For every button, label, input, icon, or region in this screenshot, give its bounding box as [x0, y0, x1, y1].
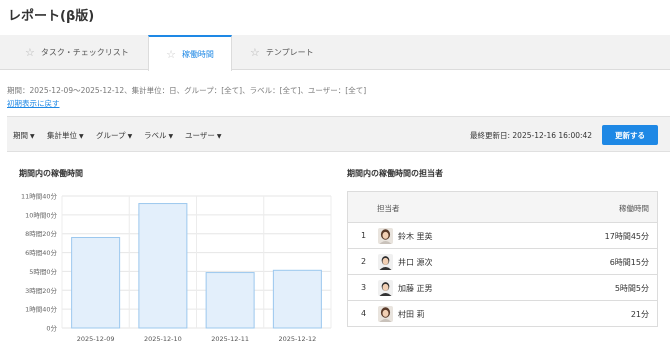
y-tick-label: 3時間20分 — [25, 286, 57, 295]
man-avatar — [378, 280, 393, 296]
caret-down-icon: ▼ — [30, 133, 35, 140]
assignee-table: 担当者 稼働時間 1 鈴木 里英 17時間45分 2 井口 源次 6時間15分 3 加藤 正男… — [347, 191, 658, 327]
bar — [138, 203, 188, 329]
woman-avatar — [378, 228, 393, 244]
chart-title: 期間内の稼働時間 — [19, 169, 83, 178]
tab-label: テンプレート — [265, 48, 314, 57]
y-tick-label: 11時間40分 — [21, 192, 58, 201]
star-icon: ☆ — [250, 46, 260, 59]
rank-number: 1 — [361, 231, 367, 240]
rank-number: 2 — [361, 257, 367, 266]
y-tick-label: 1時間40分 — [25, 305, 57, 314]
bar — [272, 269, 322, 329]
x-tick-label: 2025-12-09 — [77, 335, 115, 343]
group-dropdown[interactable]: グループ ▼ — [96, 130, 132, 141]
period-dropdown[interactable]: 期間 ▼ — [13, 130, 35, 141]
tab-working-hours[interactable]: ☆ 稼働時間 — [148, 35, 232, 71]
x-tick-label: 2025-12-11 — [211, 335, 249, 343]
bar — [71, 236, 121, 329]
working-hours-chart: 0分 1時間40分 3時間20分 5時間0分 6時間40分 8時間20分 10時間0分 11時… — [21, 192, 332, 343]
assignee-name: 加藤 正男 — [398, 284, 433, 293]
assignee-hours: 6時間15分 — [609, 258, 649, 267]
bar — [205, 272, 255, 329]
rank-number: 3 — [361, 283, 367, 292]
man-avatar — [378, 254, 393, 270]
table-row[interactable]: 1 鈴木 里英 17時間45分 — [348, 223, 657, 249]
tab-template[interactable]: ☆ テンプレート — [250, 35, 314, 70]
assignee-name: 村田 莉 — [398, 310, 425, 319]
dropdown-label: ユーザー — [185, 131, 215, 140]
column-header-hours: 稼働時間 — [619, 204, 649, 213]
y-tick-label: 10時間0分 — [25, 210, 57, 219]
dropdown-label: ラベル — [144, 131, 167, 140]
x-tick-label: 2025-12-10 — [144, 335, 182, 343]
caret-down-icon: ▼ — [216, 133, 222, 140]
dropdown-label: 期間 — [13, 131, 28, 140]
last-updated: 最終更新日: 2025-12-16 16:00:42 — [470, 131, 593, 140]
reset-link[interactable]: 初期表示に戻す — [7, 98, 60, 109]
assignee-hours: 21分 — [630, 310, 649, 319]
star-icon: ☆ — [166, 47, 176, 61]
assignee-name: 井口 源次 — [398, 258, 433, 267]
table-row[interactable]: 2 井口 源次 6時間15分 — [348, 249, 657, 275]
rank-number: 4 — [361, 309, 367, 318]
table-header: 担当者 稼働時間 — [348, 192, 657, 223]
table-row[interactable]: 4 村田 莉 21分 — [348, 301, 657, 327]
label-dropdown[interactable]: ラベル ▼ — [144, 130, 173, 141]
tab-label: タスク・チェックリスト — [40, 48, 129, 57]
tab-task-checklist[interactable]: ☆ タスク・チェックリスト — [25, 35, 129, 70]
table-row[interactable]: 3 加藤 正男 5時間5分 — [348, 275, 657, 301]
y-tick-label: 6時間40分 — [25, 248, 57, 257]
update-button[interactable]: 更新する — [602, 125, 658, 145]
dropdown-label: 集計単位 — [47, 131, 77, 140]
star-icon: ☆ — [25, 46, 35, 59]
caret-down-icon: ▼ — [168, 133, 174, 140]
woman-avatar — [378, 306, 393, 322]
y-tick-label: 0分 — [46, 324, 57, 333]
filter-summary: 期間：2025-12-09〜2025-12-12、集計単位：日、グループ：[全て… — [7, 86, 367, 95]
caret-down-icon: ▼ — [79, 133, 84, 140]
page-title: レポート(β版) — [8, 9, 95, 24]
caret-down-icon: ▼ — [127, 133, 133, 140]
assignee-name: 鈴木 里英 — [398, 232, 433, 241]
filter-toolbar: 期間 ▼ 集計単位 ▼ グループ ▼ ラベル ▼ ユーザー ▼ 最終更新日: 2025-1… — [7, 116, 670, 152]
column-header-assignee: 担当者 — [377, 204, 400, 213]
tab-bar: ☆ タスク・チェックリスト ☆ 稼働時間 ☆ テンプレート — [0, 35, 670, 71]
unit-dropdown[interactable]: 集計単位 ▼ — [47, 130, 84, 141]
dropdown-label: グループ — [96, 131, 126, 140]
x-tick-label: 2025-12-12 — [278, 335, 316, 343]
y-tick-label: 8時間20分 — [25, 229, 57, 238]
assignee-hours: 5時間5分 — [614, 284, 649, 293]
assignee-hours: 17時間45分 — [604, 232, 649, 241]
assignee-section-title: 期間内の稼働時間の担当者 — [347, 169, 443, 178]
y-tick-label: 5時間0分 — [29, 267, 57, 276]
tab-label: 稼働時間 — [181, 49, 214, 59]
user-dropdown[interactable]: ユーザー ▼ — [185, 130, 221, 141]
